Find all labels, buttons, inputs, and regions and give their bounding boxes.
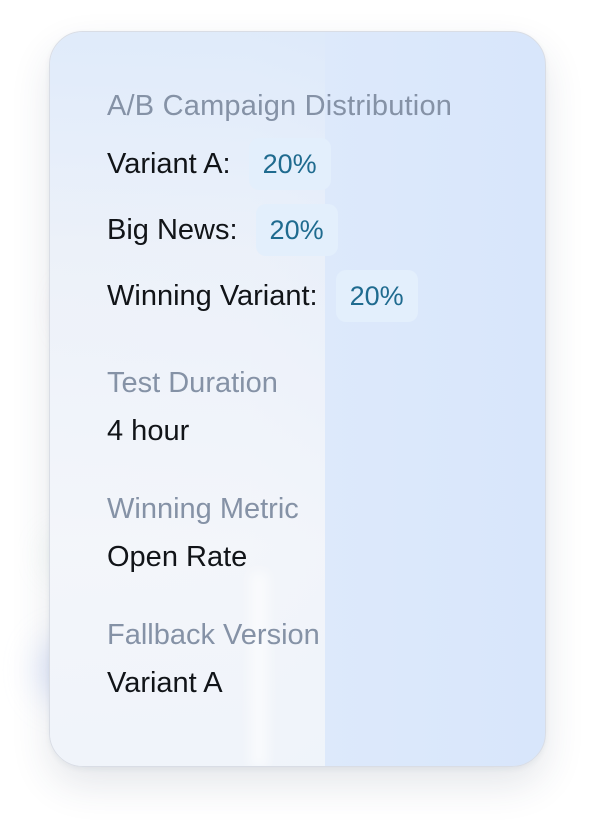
distribution-row-variant-a: Variant A: 20% xyxy=(107,138,515,190)
distribution-row-winning-variant: Winning Variant: 20% xyxy=(107,270,515,322)
winning-metric-label: Winning Metric xyxy=(107,493,299,525)
page-background: A/B Campaign Distribution Variant A: 20%… xyxy=(0,0,596,836)
fallback-version-value: Variant A xyxy=(107,667,223,699)
distribution-label: Variant A: xyxy=(107,148,231,180)
ab-test-details-card: A/B Campaign Distribution Variant A: 20%… xyxy=(49,31,546,767)
test-duration-label: Test Duration xyxy=(107,367,278,399)
card-content: A/B Campaign Distribution Variant A: 20%… xyxy=(107,86,515,700)
winning-metric-group: Winning Metric Open Rate xyxy=(107,492,515,574)
test-duration-value: 4 hour xyxy=(107,415,190,447)
fallback-version-group: Fallback Version Variant A xyxy=(107,618,515,700)
distribution-row-big-news: Big News: 20% xyxy=(107,204,515,256)
winning-metric-value: Open Rate xyxy=(107,541,248,573)
percentage-badge: 20% xyxy=(248,138,331,190)
distribution-title: A/B Campaign Distribution xyxy=(107,90,453,122)
percentage-badge: 20% xyxy=(255,204,338,256)
percentage-badge: 20% xyxy=(335,270,418,322)
distribution-label: Big News: xyxy=(107,214,238,246)
fallback-version-label: Fallback Version xyxy=(107,619,320,651)
distribution-label: Winning Variant: xyxy=(107,280,318,312)
test-duration-group: Test Duration 4 hour xyxy=(107,366,515,448)
